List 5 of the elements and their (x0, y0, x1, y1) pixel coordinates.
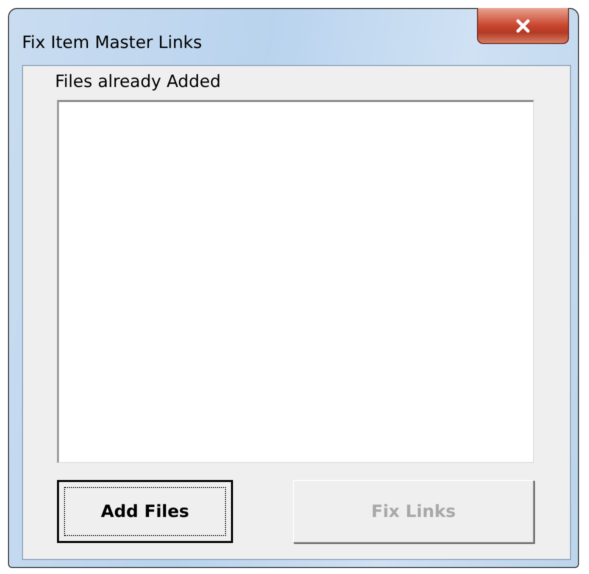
close-button[interactable] (477, 8, 569, 44)
dialog-button[interactable]: Add Files (57, 480, 233, 543)
window-title: Fix Item Master Links (22, 33, 202, 53)
list-label: Files already Added (55, 71, 222, 94)
close-icon (515, 18, 531, 32)
